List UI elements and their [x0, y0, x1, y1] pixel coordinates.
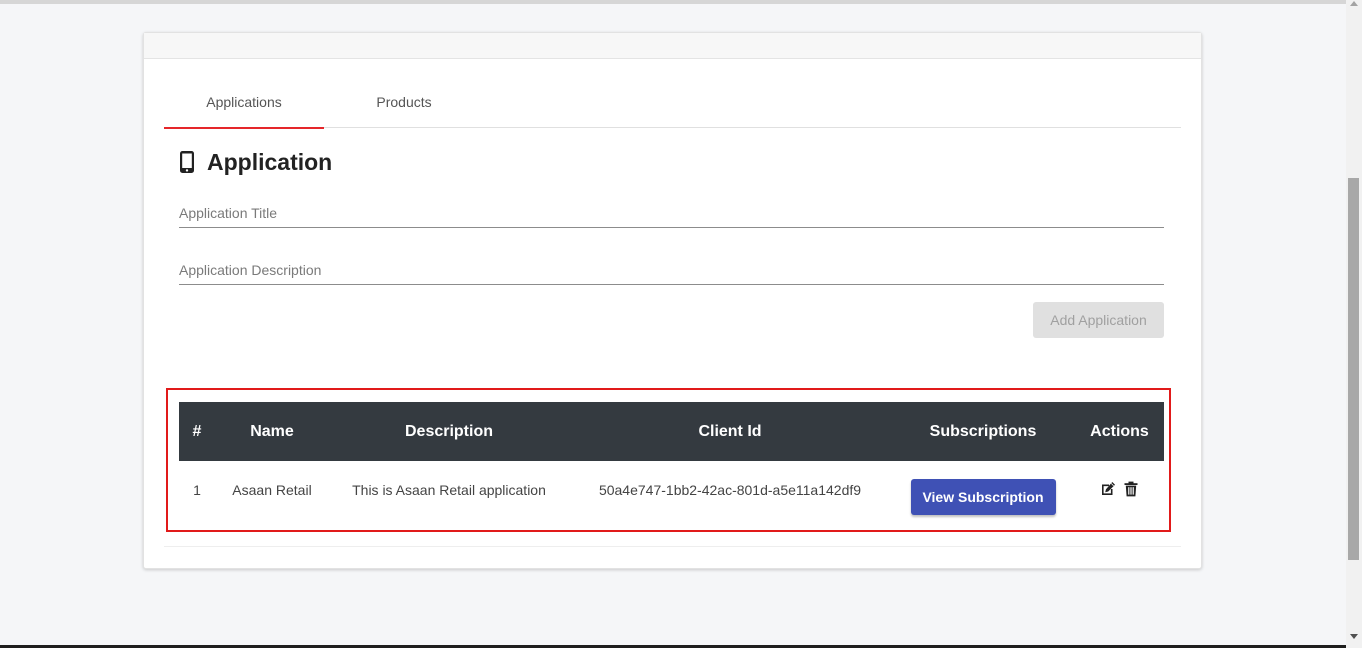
- vertical-scrollbar[interactable]: [1346, 0, 1362, 648]
- row-name: Asaan Retail: [232, 482, 312, 498]
- edit-icon[interactable]: [1100, 481, 1116, 497]
- trash-icon[interactable]: [1123, 481, 1139, 497]
- tab-products-label: Products: [376, 94, 432, 110]
- header-description: Description: [404, 422, 493, 440]
- add-application-button[interactable]: Add Application: [1033, 302, 1164, 338]
- application-title-input[interactable]: [179, 201, 1164, 225]
- row-client-id: 50a4e747-1bb2-42ac-801d-a5e11a142df9: [598, 482, 862, 498]
- row-actions-cell: [1075, 461, 1164, 519]
- row-index: 1: [193, 482, 201, 498]
- applications-table: # Name Description Client Id Subscriptio…: [179, 402, 1164, 519]
- tab-bar: Applications Products: [164, 92, 1181, 129]
- card-divider: [164, 546, 1181, 547]
- top-border: [0, 0, 1346, 4]
- application-description-input[interactable]: [179, 258, 1164, 282]
- scrollbar-thumb[interactable]: [1348, 178, 1359, 560]
- header-subscriptions: Subscriptions: [929, 422, 1037, 440]
- card-header: [144, 33, 1201, 59]
- application-title-field: [179, 201, 1164, 228]
- tab-applications-label: Applications: [206, 94, 282, 110]
- mobile-phone-icon: [180, 151, 194, 173]
- tab-applications[interactable]: Applications: [164, 92, 324, 129]
- header-client-id: Client Id: [698, 422, 762, 440]
- header-index: #: [192, 422, 202, 440]
- section-title: Application: [207, 148, 333, 175]
- scroll-up-arrow-icon[interactable]: [1350, 1, 1358, 6]
- row-subscriptions-cell: View Subscription: [891, 461, 1075, 519]
- table-row: 1 Asaan Retail This is Asaan Retail appl…: [179, 461, 1164, 519]
- view-subscription-button[interactable]: View Subscription: [910, 479, 1056, 515]
- table-header-row: # Name Description Client Id Subscriptio…: [179, 402, 1164, 461]
- header-name: Name: [250, 422, 294, 440]
- scroll-down-arrow-icon[interactable]: [1350, 634, 1358, 639]
- header-actions: Actions: [1090, 422, 1149, 440]
- application-description-field: [179, 258, 1164, 285]
- section-heading: Application: [179, 147, 332, 177]
- row-description: This is Asaan Retail application: [352, 482, 546, 498]
- applications-card: Applications Products Application Add Ap…: [143, 32, 1202, 569]
- tab-products[interactable]: Products: [324, 92, 484, 127]
